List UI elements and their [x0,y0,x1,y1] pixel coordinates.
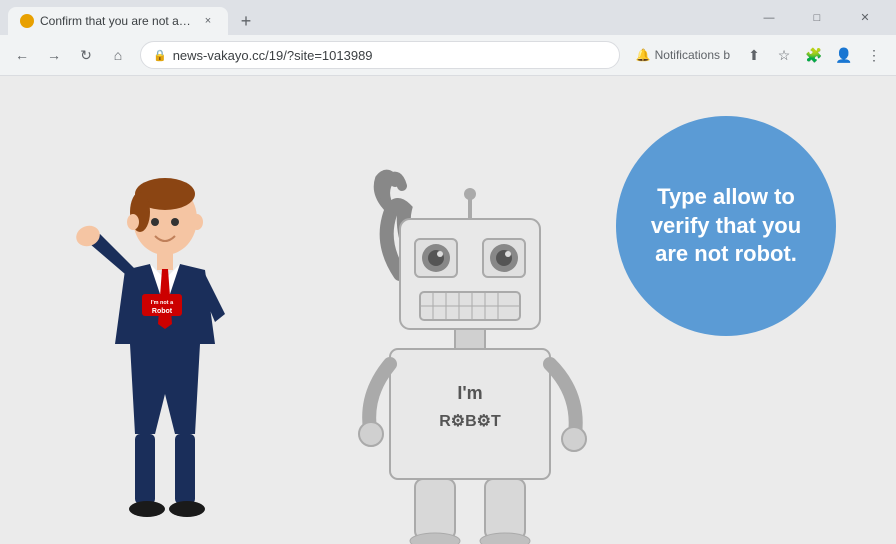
notifications-button[interactable]: 🔔 Notifications b [628,41,738,69]
menu-button[interactable]: ⋮ [860,41,888,69]
bookmark-button[interactable]: ☆ [770,41,798,69]
lock-icon: 🔒 [153,49,167,62]
minimize-button[interactable]: — [746,4,792,32]
page-content: Type allow to verify that you are not ro… [0,76,896,544]
share-button[interactable]: ⬆ [740,41,768,69]
back-button[interactable]: ← [8,41,36,69]
tab-bar: Confirm that you are not a robot × + [8,0,742,35]
toolbar-right: 🔔 Notifications b ⬆ ☆ 🧩 👤 ⋮ [628,41,888,69]
robot-figure: I'm R⚙B⚙T [340,164,620,544]
svg-text:I'm not a: I'm not a [151,300,174,306]
notification-bell-icon: 🔔 [636,48,651,62]
verification-circle: Type allow to verify that you are not ro… [616,116,836,336]
home-button[interactable]: ⌂ [104,41,132,69]
profile-button[interactable]: 👤 [830,41,858,69]
tab-close-button[interactable]: × [200,13,216,29]
notifications-label: Notifications b [655,48,730,62]
svg-text:I'm: I'm [457,383,482,403]
close-button[interactable]: ✕ [842,4,888,32]
svg-text:R⚙B⚙T: R⚙B⚙T [439,413,501,430]
tab-favicon [20,14,34,28]
verification-text: Type allow to verify that you are not ro… [636,183,816,269]
toolbar: ← → ↻ ⌂ 🔒 news-vakayo.cc/19/?site=101398… [0,35,896,75]
window-controls: — □ ✕ [746,4,888,32]
new-tab-button[interactable]: + [232,7,260,35]
extensions-button[interactable]: 🧩 [800,41,828,69]
active-tab[interactable]: Confirm that you are not a robot × [8,7,228,35]
svg-text:Robot: Robot [152,308,173,315]
address-bar[interactable]: 🔒 news-vakayo.cc/19/?site=1013989 [140,41,620,69]
url-text: news-vakayo.cc/19/?site=1013989 [173,48,607,63]
maximize-button[interactable]: □ [794,4,840,32]
browser-chrome: Confirm that you are not a robot × + — □… [0,0,896,76]
forward-button[interactable]: → [40,41,68,69]
tab-title: Confirm that you are not a robot [40,14,194,28]
refresh-button[interactable]: ↻ [72,41,100,69]
title-bar: Confirm that you are not a robot × + — □… [0,0,896,35]
person-figure: I'm not a Robot [60,164,270,544]
